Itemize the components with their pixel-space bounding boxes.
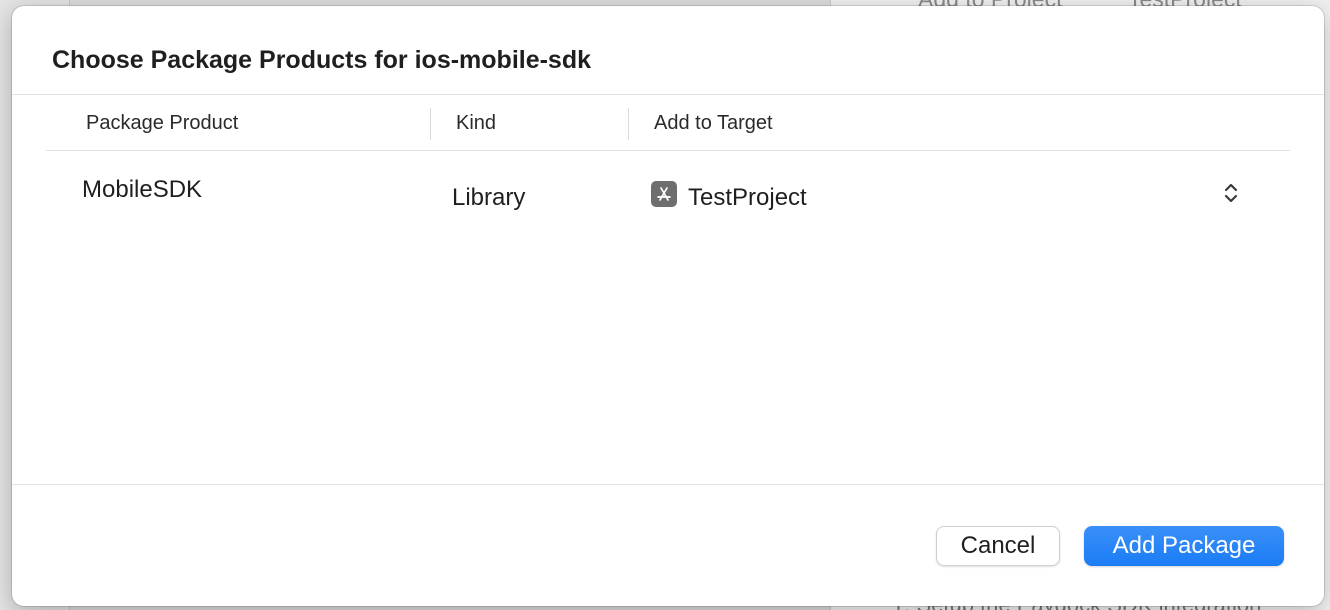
kind-cell: Library bbox=[452, 184, 526, 211]
column-header-kind[interactable]: Kind bbox=[456, 112, 496, 135]
add-package-button[interactable]: Add Package bbox=[1084, 526, 1284, 566]
footer-divider bbox=[12, 484, 1324, 485]
column-header-package-product[interactable]: Package Product bbox=[86, 112, 238, 135]
dialog-title: Choose Package Products for ios-mobile-s… bbox=[52, 46, 592, 74]
product-name-cell: MobileSDK bbox=[82, 176, 203, 203]
title-divider bbox=[12, 94, 1324, 95]
chevron-up-down-icon[interactable] bbox=[1218, 178, 1244, 208]
column-separator[interactable] bbox=[430, 108, 431, 140]
column-header-add-to-target[interactable]: Add to Target bbox=[654, 112, 773, 135]
column-separator[interactable] bbox=[628, 108, 629, 140]
cancel-button[interactable]: Cancel bbox=[936, 526, 1060, 566]
table-row[interactable]: MobileSDK Library TestProject bbox=[46, 156, 1290, 230]
header-divider bbox=[46, 150, 1290, 151]
target-popup-value[interactable]: TestProject bbox=[688, 184, 807, 212]
app-store-icon bbox=[651, 181, 677, 207]
choose-package-products-dialog: Choose Package Products for ios-mobile-s… bbox=[12, 6, 1324, 606]
